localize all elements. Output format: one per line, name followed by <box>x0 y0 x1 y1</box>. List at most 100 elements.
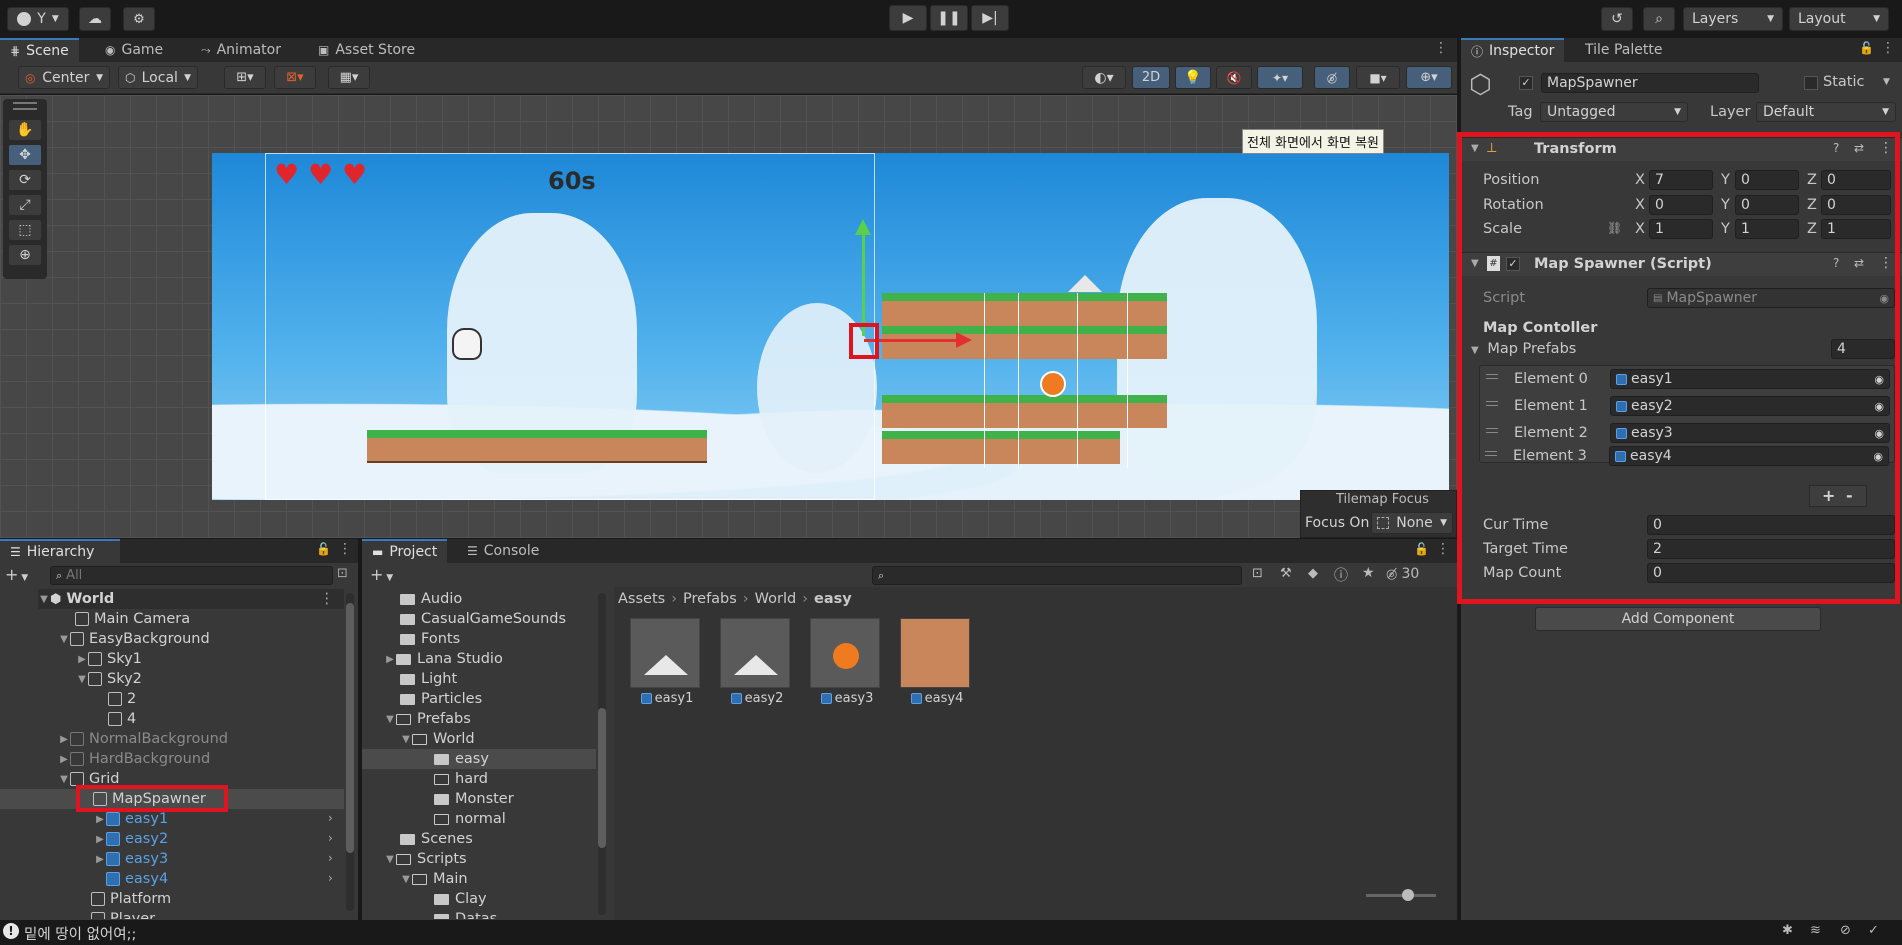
component-enabled-checkbox[interactable]: ✓ <box>1506 257 1520 271</box>
chevron-down-icon[interactable]: ▼ <box>384 854 396 865</box>
rect-tool[interactable]: ⬚ <box>8 219 42 241</box>
object-name-field[interactable]: MapSpawner <box>1541 73 1759 93</box>
hierarchy-scrollbar[interactable] <box>346 593 354 911</box>
tab-project[interactable]: ▬ Project <box>362 539 448 563</box>
tab-animator[interactable]: ⤳ Animator <box>191 38 291 62</box>
lock-icon[interactable]: 🔓 <box>1859 41 1874 55</box>
more-options-icon[interactable]: ⋮ <box>338 541 352 557</box>
transform-tool[interactable]: ⊕ <box>8 244 42 266</box>
position-z-field[interactable]: 0 <box>1821 170 1891 190</box>
reorder-handle-icon[interactable] <box>1486 401 1498 406</box>
platform-tile[interactable] <box>882 326 1167 359</box>
more-options-icon[interactable]: ⋮ <box>1436 541 1450 557</box>
account-dropdown[interactable]: Y ▼ <box>7 7 69 31</box>
more-options-icon[interactable]: ⋮ <box>1879 255 1893 271</box>
platform-tile[interactable] <box>882 293 1167 326</box>
tab-scene[interactable]: ⋕ Scene <box>0 38 79 62</box>
asset-tile[interactable]: easy3 <box>810 618 884 713</box>
preset-icon[interactable]: ⇄ <box>1854 141 1864 155</box>
cur-time-field[interactable]: 0 <box>1647 515 1895 535</box>
scale-x-field[interactable]: 1 <box>1649 219 1713 239</box>
list-item[interactable]: ▶ easy2 <box>94 829 168 849</box>
filter-label-icon[interactable]: ◆ <box>1308 566 1318 581</box>
folder-item[interactable]: Clay <box>434 889 487 909</box>
gizmo-y-arrow[interactable] <box>855 219 871 235</box>
tab-console[interactable]: ☰ Console <box>457 539 549 563</box>
chevron-down-icon[interactable]: ▼ <box>58 774 70 785</box>
gizmos-button[interactable]: ⊕▾ <box>1406 66 1452 89</box>
step-button[interactable]: ▶| <box>971 5 1009 31</box>
object-picker-icon[interactable]: ◉ <box>1874 427 1884 440</box>
object-picker-icon[interactable]: ◉ <box>1874 373 1884 386</box>
folder-item[interactable]: Light <box>400 669 457 689</box>
chevron-right-icon[interactable]: ▶ <box>94 834 106 845</box>
pause-button[interactable]: ❚❚ <box>930 5 968 31</box>
more-options-icon[interactable]: ⋮ <box>1881 40 1895 56</box>
scrollbar-thumb[interactable] <box>346 603 354 853</box>
transform-header[interactable]: ▼ ⟂ Transform ? ⇄ ⋮ <box>1461 137 1902 161</box>
cache-icon[interactable]: ≋ <box>1810 923 1821 938</box>
folder-item[interactable]: normal <box>434 809 506 829</box>
constrain-proportions-icon[interactable]: ⛓ <box>1607 221 1622 235</box>
search-button[interactable]: ⌕ <box>1643 7 1675 31</box>
rotation-x-field[interactable]: 0 <box>1649 195 1713 215</box>
tab-asset-store[interactable]: ▣ Asset Store <box>308 38 425 62</box>
chevron-down-icon[interactable]: ▼ <box>400 874 412 885</box>
2d-toggle[interactable]: 2D <box>1132 66 1170 89</box>
layer-dropdown[interactable]: Default ▼ <box>1756 102 1896 122</box>
hidden-packages-toggle[interactable]: ◎̸ 30 <box>1386 566 1419 582</box>
chevron-down-icon[interactable]: ▼ <box>400 734 412 745</box>
help-icon[interactable]: ? <box>1833 256 1839 270</box>
folder-item[interactable]: ▼ Scripts <box>384 849 466 869</box>
active-checkbox[interactable]: ✓ <box>1519 76 1533 90</box>
folder-item[interactable]: hard <box>434 769 488 789</box>
chevron-down-icon[interactable]: ▼ <box>38 594 50 605</box>
filter-type-icon[interactable]: ⚒ <box>1280 566 1292 581</box>
folder-item[interactable]: Audio <box>400 589 462 609</box>
chevron-right-icon[interactable]: ▶ <box>58 754 70 765</box>
undo-history-button[interactable]: ↺ <box>1601 7 1633 31</box>
target-time-field[interactable]: 2 <box>1647 539 1895 559</box>
reorder-handle-icon[interactable] <box>1486 428 1498 433</box>
element-2-field[interactable]: easy3 ◉ <box>1610 423 1890 443</box>
lock-icon[interactable]: 🔓 <box>1414 542 1429 556</box>
folder-item[interactable]: Datas <box>434 909 497 919</box>
list-item[interactable]: easy4 <box>106 869 168 889</box>
folder-item[interactable]: ▼ Prefabs <box>384 709 471 729</box>
list-item[interactable]: ▶ Sky1 <box>76 649 142 669</box>
list-item[interactable]: ▼ ⬢ World ⋮ <box>38 589 344 609</box>
add-asset-button[interactable]: + ▼ <box>370 565 393 584</box>
debug-icon[interactable]: ✱ <box>1782 923 1793 938</box>
project-search-input[interactable]: ⌕ <box>872 566 1242 585</box>
remove-element-button[interactable]: - <box>1846 486 1853 505</box>
gizmo-x-arrow[interactable] <box>956 332 972 348</box>
folder-item[interactable]: Particles <box>400 689 482 709</box>
chevron-down-icon[interactable]: ▼ <box>1883 77 1890 87</box>
list-item[interactable]: ▼ Sky2 <box>76 669 142 689</box>
folder-item[interactable]: CasualGameSounds <box>400 609 566 629</box>
layout-dropdown[interactable]: Layout ▼ <box>1789 7 1889 31</box>
palette-grip-icon[interactable] <box>13 102 37 110</box>
add-object-button[interactable]: + ▼ <box>5 565 28 584</box>
chevron-right-icon[interactable]: ▶ <box>58 734 70 745</box>
static-checkbox[interactable] <box>1804 76 1818 90</box>
breadcrumb-item[interactable]: World <box>755 591 797 607</box>
increment-snap-button[interactable]: ⊠▾ <box>274 66 316 89</box>
scene-visibility-toggle[interactable]: ◎̸ <box>1314 66 1350 89</box>
position-x-field[interactable]: 7 <box>1649 170 1713 190</box>
audio-toggle[interactable]: 🔇 <box>1216 66 1252 89</box>
reorder-handle-icon[interactable] <box>1486 374 1498 379</box>
asset-tile[interactable]: easy2 <box>720 618 794 713</box>
help-icon[interactable]: ? <box>1833 141 1839 155</box>
chevron-down-icon[interactable]: ▼ <box>1471 143 1479 154</box>
rotate-tool[interactable]: ⟳ <box>8 169 42 191</box>
status-message[interactable]: 밑에 땅이 없어여;; <box>24 923 136 944</box>
rotation-z-field[interactable]: 0 <box>1821 195 1891 215</box>
orange-sprite[interactable] <box>1040 371 1066 397</box>
shading-mode-button[interactable]: ◐▾ <box>1082 66 1126 89</box>
list-item[interactable]: 2 <box>108 689 136 709</box>
list-item[interactable]: ▶ easy3 <box>94 849 168 869</box>
more-options-icon[interactable]: ⋮ <box>320 591 335 607</box>
chevron-down-icon[interactable]: ▼ <box>58 634 70 645</box>
folder-item[interactable]: ▼ World <box>400 729 474 749</box>
